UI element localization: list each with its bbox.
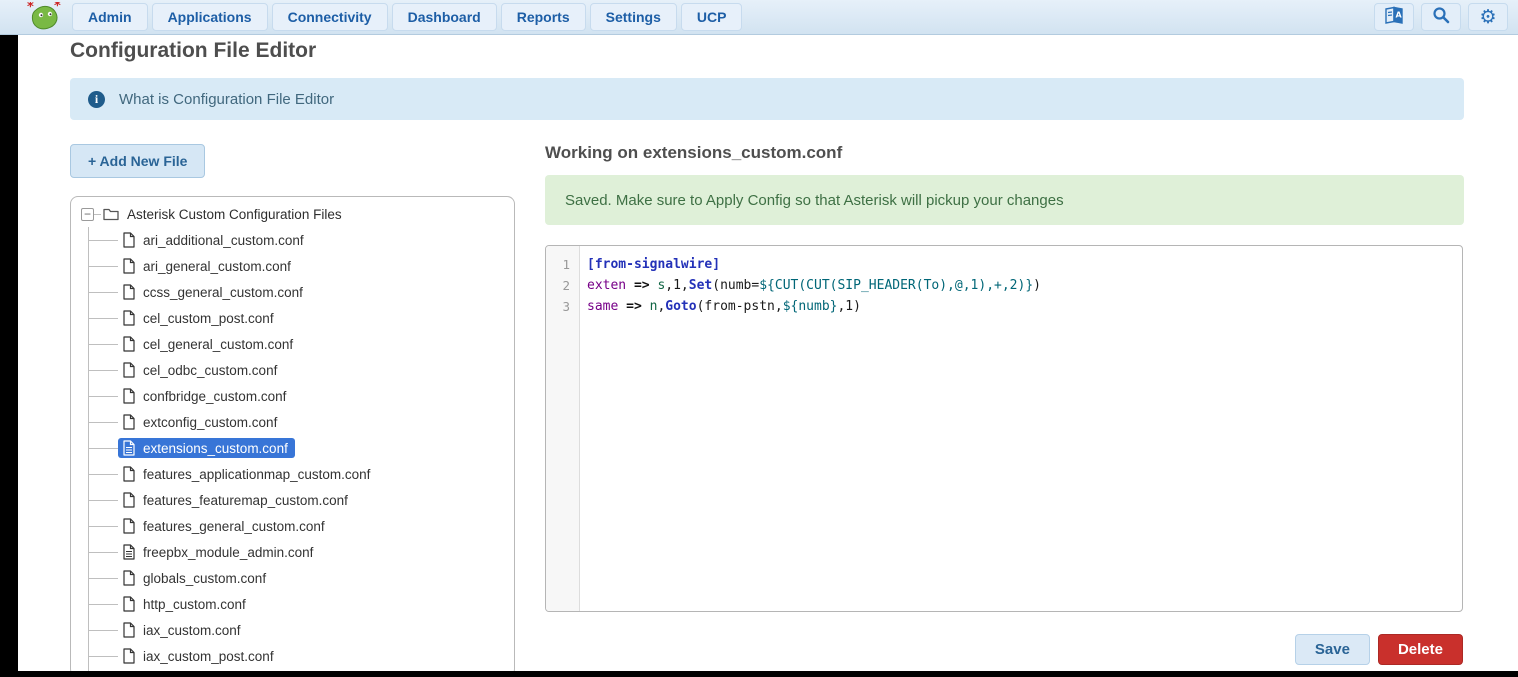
file-tree-panel: − Asterisk Custom Configuration Files ar… (70, 196, 515, 677)
line-number: 1 (546, 254, 579, 275)
line-number: 3 (546, 296, 579, 317)
file-name: globals_custom.conf (143, 571, 266, 586)
info-icon: i (88, 91, 105, 108)
tree-file-ari_additional_custom.conf[interactable]: ari_additional_custom.conf (71, 227, 514, 253)
tree-root-label: Asterisk Custom Configuration Files (127, 207, 342, 222)
file-icon (122, 310, 143, 326)
tree-file-confbridge_custom.conf[interactable]: confbridge_custom.conf (71, 383, 514, 409)
file-name: http_custom.conf (143, 597, 246, 612)
add-new-file-button[interactable]: + Add New File (70, 144, 205, 178)
tree-file-freepbx_module_admin.conf[interactable]: freepbx_module_admin.conf (71, 539, 514, 565)
tree-items: ari_additional_custom.conf ari_general_cu… (71, 227, 514, 677)
tree-file-globals_custom.conf[interactable]: globals_custom.conf (71, 565, 514, 591)
file-icon (122, 388, 143, 404)
nav-tab-admin[interactable]: Admin (72, 3, 148, 31)
file-icon (122, 336, 143, 352)
svg-text:A: A (1396, 10, 1403, 19)
code-area[interactable]: [from-signalwire]exten => s,1,Set(numb=$… (580, 246, 1462, 611)
file-icon (122, 518, 143, 534)
file-icon (122, 622, 143, 638)
file-name: confbridge_custom.conf (143, 389, 286, 404)
file-icon (122, 570, 143, 586)
tree-root-node[interactable]: − Asterisk Custom Configuration Files (71, 201, 514, 227)
tree-file-http_custom.conf[interactable]: http_custom.conf (71, 591, 514, 617)
nav-tab-reports[interactable]: Reports (501, 3, 586, 31)
file-icon (122, 284, 143, 300)
delete-button[interactable]: Delete (1378, 634, 1463, 665)
file-icon (122, 596, 143, 612)
code-line: exten => s,1,Set(numb=${CUT(CUT(SIP_HEAD… (587, 275, 1462, 296)
file-icon (122, 258, 143, 274)
top-navbar: * * AdminApplicationsConnectivityDashboa… (0, 0, 1518, 35)
tree-file-extconfig_custom.conf[interactable]: extconfig_custom.conf (71, 409, 514, 435)
file-name: features_applicationmap_custom.conf (143, 467, 370, 482)
line-number-gutter: 123 (546, 246, 580, 611)
saved-alert: Saved. Make sure to Apply Config so that… (545, 175, 1464, 225)
file-icon (122, 466, 143, 482)
file-name: ari_general_custom.conf (143, 259, 291, 274)
file-name: ari_additional_custom.conf (143, 233, 304, 248)
file-name: cel_custom_post.conf (143, 311, 274, 326)
language-icon: A (1384, 6, 1404, 29)
file-name: extconfig_custom.conf (143, 415, 277, 430)
gear-icon: ⚙ (1479, 8, 1496, 27)
collapse-toggle-icon[interactable]: − (81, 208, 94, 221)
file-name: extensions_custom.conf (143, 441, 288, 456)
nav-tab-applications[interactable]: Applications (152, 3, 268, 31)
svg-text:*: * (54, 2, 61, 14)
info-banner-label: What is Configuration File Editor (119, 91, 334, 108)
tree-file-ccss_general_custom.conf[interactable]: ccss_general_custom.conf (71, 279, 514, 305)
file-name: cel_odbc_custom.conf (143, 363, 277, 378)
file-name: cel_general_custom.conf (143, 337, 293, 352)
svg-text:*: * (27, 2, 34, 15)
nav-tab-dashboard[interactable]: Dashboard (392, 3, 497, 31)
bottom-black-bar (0, 671, 1518, 677)
file-name: freepbx_module_admin.conf (143, 545, 313, 560)
tree-file-cel_odbc_custom.conf[interactable]: cel_odbc_custom.conf (71, 357, 514, 383)
code-line: [from-signalwire] (587, 254, 1462, 275)
settings-button[interactable]: ⚙ (1468, 3, 1508, 31)
file-icon (122, 544, 143, 560)
tree-file-cel_custom_post.conf[interactable]: cel_custom_post.conf (71, 305, 514, 331)
navbar-right-buttons: A ⚙ (1374, 3, 1508, 31)
code-line: same => n,Goto(from-pstn,${numb},1) (587, 296, 1462, 317)
nav-tab-settings[interactable]: Settings (590, 3, 677, 31)
freepbx-logo-icon[interactable]: * * (26, 2, 62, 32)
tree-file-ari_general_custom.conf[interactable]: ari_general_custom.conf (71, 253, 514, 279)
tree-file-iax_custom.conf[interactable]: iax_custom.conf (71, 617, 514, 643)
info-banner[interactable]: i What is Configuration File Editor (70, 78, 1464, 120)
file-icon (122, 414, 143, 430)
file-name: iax_custom.conf (143, 623, 241, 638)
tree-file-features_general_custom.conf[interactable]: features_general_custom.conf (71, 513, 514, 539)
left-black-bar (0, 35, 18, 677)
working-on-heading: Working on extensions_custom.conf (545, 143, 842, 163)
nav-tabs: AdminApplicationsConnectivityDashboardRe… (72, 3, 742, 31)
editor-actions: Save Delete (545, 634, 1463, 665)
tree-file-iax_custom_post.conf[interactable]: iax_custom_post.conf (71, 643, 514, 669)
code-editor[interactable]: 123 [from-signalwire]exten => s,1,Set(nu… (545, 245, 1463, 612)
nav-tab-connectivity[interactable]: Connectivity (272, 3, 388, 31)
file-icon (122, 648, 143, 664)
language-button[interactable]: A (1374, 3, 1414, 31)
file-icon (122, 232, 143, 248)
tree-file-extensions_custom.conf[interactable]: extensions_custom.conf (71, 435, 514, 461)
file-name: ccss_general_custom.conf (143, 285, 303, 300)
screen: * * AdminApplicationsConnectivityDashboa… (0, 0, 1518, 677)
file-name: features_general_custom.conf (143, 519, 325, 534)
file-name: iax_custom_post.conf (143, 649, 274, 664)
file-name: features_featuremap_custom.conf (143, 493, 348, 508)
line-number: 2 (546, 275, 579, 296)
page-title: Configuration File Editor (70, 39, 316, 63)
nav-tab-ucp[interactable]: UCP (681, 3, 743, 31)
tree-file-cel_general_custom.conf[interactable]: cel_general_custom.conf (71, 331, 514, 357)
save-button[interactable]: Save (1295, 634, 1370, 665)
search-button[interactable] (1421, 3, 1461, 31)
file-icon (122, 362, 143, 378)
tree-file-features_featuremap_custom.conf[interactable]: features_featuremap_custom.conf (71, 487, 514, 513)
file-icon (122, 492, 143, 508)
folder-icon (103, 207, 119, 221)
file-icon (122, 440, 143, 456)
search-icon (1432, 6, 1450, 29)
tree-file-features_applicationmap_custom.conf[interactable]: features_applicationmap_custom.conf (71, 461, 514, 487)
